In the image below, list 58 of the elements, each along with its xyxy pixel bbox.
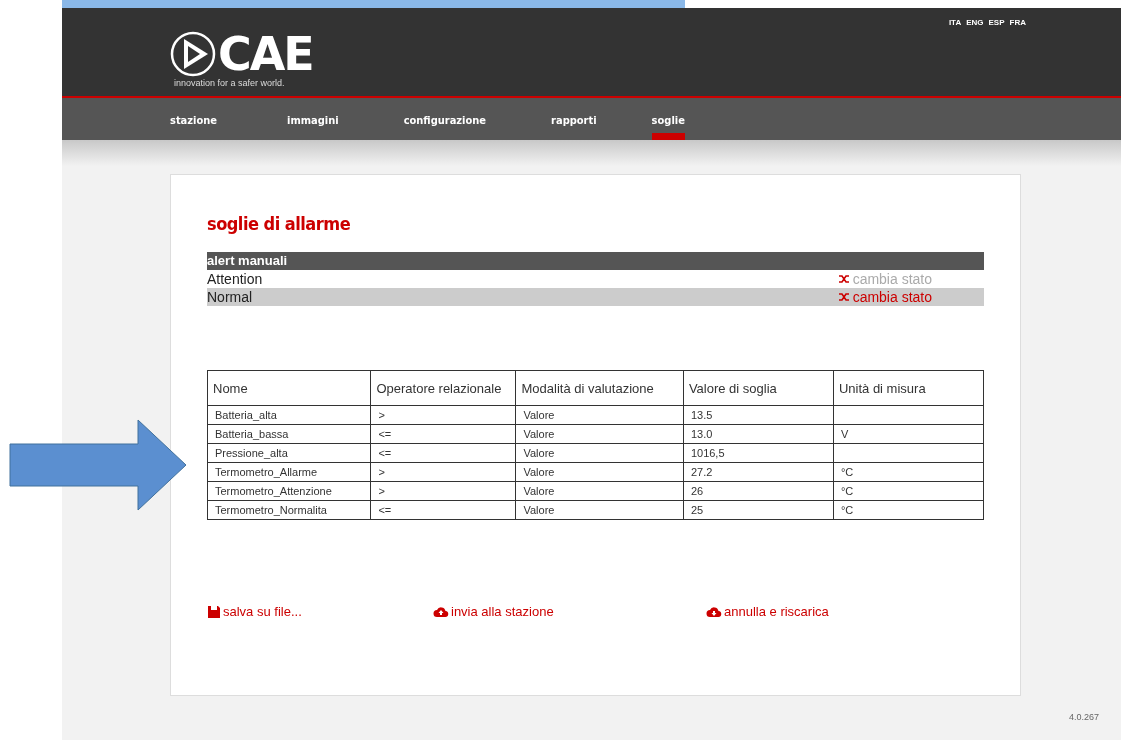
table-cell: Batteria_alta — [207, 405, 371, 425]
action-link[interactable]: salva su file... — [207, 604, 433, 619]
table-cell: 13.0 — [683, 424, 834, 444]
table-cell: Termometro_Normalita — [207, 500, 371, 520]
nav-tab[interactable]: stazione — [170, 98, 217, 140]
table-cell: Pressione_alta — [207, 443, 371, 463]
nav-tab[interactable]: rapporti — [551, 98, 597, 140]
version-text: 4.0.267 — [1068, 712, 1099, 722]
cloud-upload-icon — [433, 605, 449, 618]
shuffle-icon — [838, 293, 849, 301]
logo-text: CAE — [218, 30, 313, 78]
column-header: Modalità di valutazione — [516, 370, 684, 406]
table-cell: 25 — [683, 500, 834, 520]
language-link[interactable]: FRA — [1009, 18, 1026, 96]
table-cell: 13.5 — [683, 405, 834, 425]
column-header: Operatore relazionale — [370, 370, 516, 406]
table-cell: Batteria_bassa — [207, 424, 371, 444]
language-link[interactable]: ESP — [988, 18, 1005, 96]
table-cell: °C — [833, 462, 984, 482]
table-cell: Valore — [516, 424, 684, 444]
table-cell: <= — [370, 424, 516, 444]
section-header: alert manuali — [207, 252, 984, 270]
table-cell: Valore — [516, 500, 684, 520]
alert-name: Attention — [207, 271, 263, 287]
nav-tab[interactable]: configurazione — [403, 98, 487, 140]
table-cell: 27.2 — [683, 462, 834, 482]
table-cell: Valore — [516, 481, 684, 501]
table-cell: 26 — [683, 481, 834, 501]
column-header: Valore di soglia — [683, 370, 834, 406]
table-cell: > — [370, 462, 516, 482]
table-cell: V — [833, 424, 984, 444]
change-state-link[interactable]: cambia stato — [838, 289, 932, 305]
shuffle-icon — [838, 275, 849, 283]
alert-name: Normal — [207, 289, 253, 305]
action-link[interactable]: invia alla stazione — [433, 604, 706, 619]
nav-tab[interactable]: immagini — [287, 98, 339, 140]
column-header: Nome — [207, 370, 371, 406]
table-cell: Valore — [516, 405, 684, 425]
table-cell: Termometro_Allarme — [207, 462, 371, 482]
table-cell: 1016,5 — [683, 443, 834, 463]
column-header: Unità di misura — [833, 370, 984, 406]
table-cell: Valore — [516, 462, 684, 482]
table-cell: > — [370, 481, 516, 501]
arrow-icon — [10, 420, 186, 510]
language-link[interactable]: ENG — [966, 18, 984, 96]
cloud-download-icon — [706, 605, 722, 618]
table-cell: > — [370, 405, 516, 425]
table-cell: °C — [833, 481, 984, 501]
language-link[interactable]: ITA — [948, 18, 962, 96]
tagline: innovation for a safer world. — [174, 78, 286, 88]
table-cell: °C — [833, 500, 984, 520]
table-cell: <= — [370, 443, 516, 463]
page-title: soglie di allarme — [207, 213, 352, 234]
action-link[interactable]: annulla e riscarica — [706, 604, 906, 619]
table-cell: Valore — [516, 443, 684, 463]
table-cell: Termometro_Attenzione — [207, 481, 371, 501]
table-cell: <= — [370, 500, 516, 520]
play-circle-icon — [170, 31, 216, 77]
